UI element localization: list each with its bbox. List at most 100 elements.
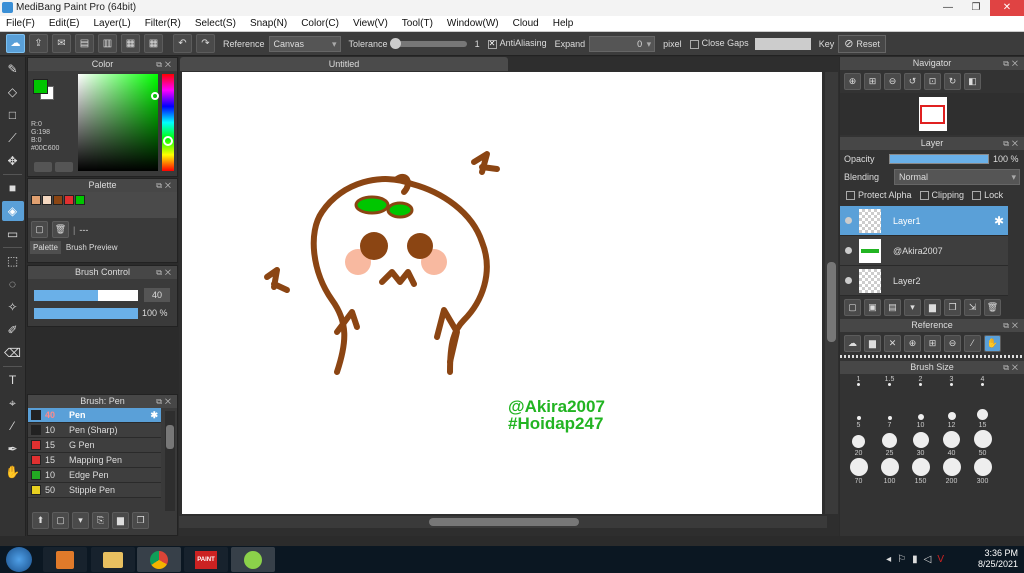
tolerance-slider-knob[interactable]: [389, 37, 401, 49]
menu-file[interactable]: File(F): [6, 16, 35, 31]
brush-item[interactable]: 15 Mapping Pen: [28, 453, 161, 468]
brush-menu-icon[interactable]: ▾: [72, 512, 89, 529]
add-brush-icon[interactable]: ⬆: [32, 512, 49, 529]
zoom-in-icon[interactable]: ⊕: [844, 73, 861, 90]
flip-icon[interactable]: ◧: [964, 73, 981, 90]
lasso-tool-icon[interactable]: ◌: [2, 274, 24, 294]
delete-layer-icon[interactable]: 🗑: [984, 299, 1001, 316]
clock-time[interactable]: 3:36 PM: [978, 548, 1018, 559]
panel-controls-icon[interactable]: ⧉✕: [1003, 57, 1021, 70]
taskbar-media-player[interactable]: [43, 547, 87, 572]
eyedropper-tool-icon[interactable]: ⁄: [2, 416, 24, 436]
brush-size-option[interactable]: 2: [905, 374, 936, 402]
menu-cloud[interactable]: Cloud: [513, 16, 539, 31]
operation-tool-icon[interactable]: ⌖: [2, 393, 24, 413]
move-tool-icon[interactable]: ✥: [2, 151, 24, 171]
brush-size-slider[interactable]: [34, 290, 138, 301]
zoom-fit-icon[interactable]: ⊞: [864, 73, 881, 90]
color-swap-button[interactable]: [34, 162, 52, 172]
comment-icon[interactable]: ✉: [52, 34, 71, 53]
brush-size-option[interactable]: 300: [967, 458, 998, 486]
brush-item[interactable]: 10 Edge Pen: [28, 468, 161, 483]
layer-item[interactable]: @Akira2007: [840, 236, 1008, 266]
brush-size-option[interactable]: 70: [843, 458, 874, 486]
palette-color-swatch[interactable]: [42, 195, 52, 205]
brush-size-option[interactable]: 30: [905, 430, 936, 458]
bucket-tool-icon[interactable]: ◈: [1, 201, 24, 221]
brush-size-option[interactable]: 150: [905, 458, 936, 486]
panel-controls-icon[interactable]: ⧉✕: [1003, 319, 1021, 332]
ref-eyedropper-icon[interactable]: ⁄: [964, 335, 981, 352]
menu-tool[interactable]: Tool(T): [402, 16, 433, 31]
canvas-horizontal-scrollbar[interactable]: [179, 516, 827, 528]
menu-color[interactable]: Color(C): [301, 16, 339, 31]
magic-wand-tool-icon[interactable]: ✧: [2, 297, 24, 317]
maximize-button[interactable]: ❐: [962, 0, 990, 16]
menu-edit[interactable]: Edit(E): [49, 16, 80, 31]
brush-size-option[interactable]: 100: [874, 458, 905, 486]
palette-color-swatch[interactable]: [75, 195, 85, 205]
cloud-icon[interactable]: ☁: [6, 34, 25, 53]
eraser-tool-icon[interactable]: ◇: [2, 82, 24, 102]
brush-size-option[interactable]: 20: [843, 430, 874, 458]
brush-size-option[interactable]: 1: [843, 374, 874, 402]
ref-cloud-icon[interactable]: ☁: [844, 335, 861, 352]
menu-view[interactable]: View(V): [353, 16, 388, 31]
visibility-icon[interactable]: [845, 247, 852, 254]
ref-hand-icon[interactable]: ✋: [984, 335, 1001, 352]
duplicate-layer-icon[interactable]: ❐: [944, 299, 961, 316]
tab-brush-preview[interactable]: Brush Preview: [62, 241, 121, 254]
visibility-icon[interactable]: [845, 277, 852, 284]
select-pen-tool-icon[interactable]: ✐: [2, 320, 24, 340]
tolerance-slider[interactable]: [389, 37, 467, 49]
drawing-canvas[interactable]: @Akira2007 #Hoidap247: [182, 72, 822, 514]
layer-settings-icon[interactable]: ✱: [994, 214, 1004, 228]
brush-size-option[interactable]: 3: [936, 374, 967, 402]
page-icon[interactable]: ▥: [98, 34, 117, 53]
palette-color-swatch[interactable]: [53, 195, 63, 205]
brush-size-option[interactable]: 40: [936, 430, 967, 458]
taskbar-medibang[interactable]: [231, 547, 275, 572]
brush-size-option[interactable]: 10: [905, 402, 936, 430]
sv-picker-ring[interactable]: [151, 92, 159, 100]
clock-date[interactable]: 8/25/2021: [978, 559, 1018, 570]
new-brush-icon[interactable]: ▢: [52, 512, 69, 529]
pages-icon[interactable]: ▦: [121, 34, 140, 53]
palette-color-swatch[interactable]: [64, 195, 74, 205]
expand-input[interactable]: 0: [589, 35, 656, 52]
brush-settings-icon[interactable]: ✱: [150, 410, 158, 421]
brush-folder-icon[interactable]: ▆: [112, 512, 129, 529]
gradient-tool-icon[interactable]: ▭: [2, 224, 24, 244]
ref-fit-icon[interactable]: ⊞: [924, 335, 941, 352]
navigator-viewport-frame[interactable]: [920, 105, 945, 124]
brush-item[interactable]: 40 Pen ✱: [28, 408, 161, 423]
saturation-value-field[interactable]: [78, 74, 158, 171]
brush-size-option[interactable]: 4: [967, 374, 998, 402]
rotate-right-icon[interactable]: ↻: [944, 73, 961, 90]
new-halftone-layer-icon[interactable]: ▣: [864, 299, 881, 316]
horizontal-scroll-thumb[interactable]: [429, 518, 579, 526]
add-layer-menu-icon[interactable]: ▾: [904, 299, 921, 316]
copy-brush-icon[interactable]: ⎘: [92, 512, 109, 529]
rotate-left-icon[interactable]: ↺: [904, 73, 921, 90]
menu-window[interactable]: Window(W): [447, 16, 499, 31]
menu-select[interactable]: Select(S): [195, 16, 236, 31]
hue-bar[interactable]: [162, 74, 174, 171]
dot-tool-icon[interactable]: □: [2, 105, 24, 125]
lock-checkbox[interactable]: [972, 191, 982, 201]
document-icon[interactable]: ▤: [75, 34, 94, 53]
line-tool-icon[interactable]: ⟋: [2, 128, 24, 148]
color-mode-button[interactable]: [55, 162, 73, 172]
brush-size-option[interactable]: 7: [874, 402, 905, 430]
close-button[interactable]: ✕: [990, 0, 1024, 16]
duplicate-brush-icon[interactable]: ❐: [132, 512, 149, 529]
protect-alpha-checkbox[interactable]: [846, 191, 855, 201]
ref-folder-icon[interactable]: ▆: [864, 335, 881, 352]
fit-window-icon[interactable]: ⊡: [924, 73, 941, 90]
menu-layer[interactable]: Layer(L): [93, 16, 130, 31]
redo-icon[interactable]: ↷: [196, 34, 215, 53]
taskbar-file-explorer[interactable]: [91, 547, 135, 572]
blending-select[interactable]: Normal: [894, 169, 1020, 185]
palette-color-swatch[interactable]: [31, 195, 41, 205]
minimize-button[interactable]: —: [934, 0, 962, 16]
